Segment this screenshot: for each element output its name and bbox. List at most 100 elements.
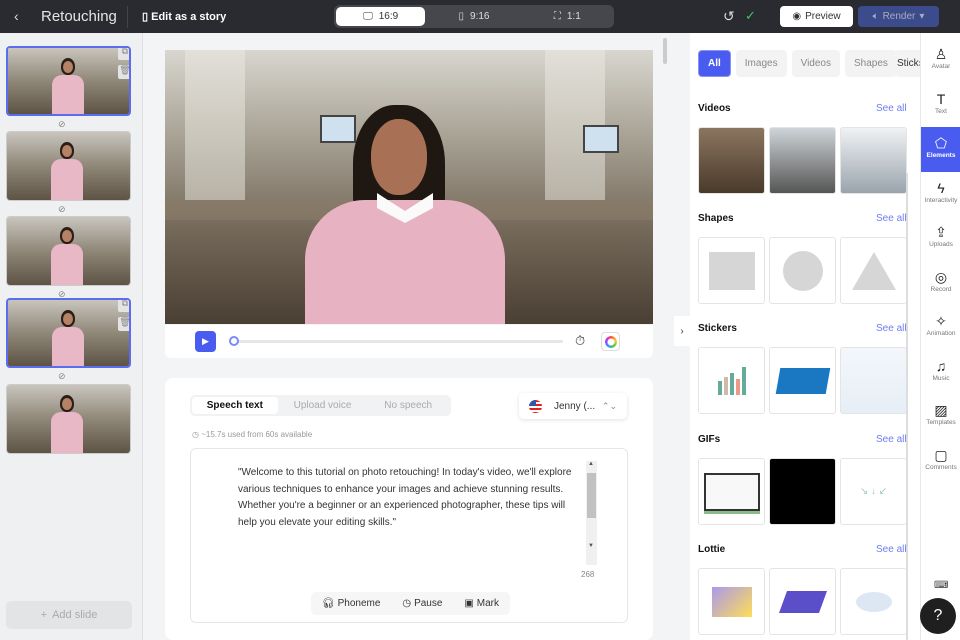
rail-text[interactable]: T Text: [921, 83, 960, 128]
videos-item[interactable]: [840, 127, 907, 194]
see-all-videos[interactable]: See all: [876, 103, 907, 114]
back-button[interactable]: ‹: [14, 8, 19, 24]
transition-icon[interactable]: ⊘: [58, 204, 66, 215]
ratio-16-9[interactable]: 🖵 16:9: [336, 7, 426, 26]
speech-tools: 🎧︎ Phoneme ◷ Pause ▣ Mark: [311, 592, 510, 615]
help-button[interactable]: ?: [920, 598, 956, 634]
video-canvas[interactable]: [165, 50, 653, 324]
videos-item[interactable]: [769, 127, 836, 194]
panel-scrollbar[interactable]: [906, 173, 908, 640]
rail-elements[interactable]: ⬠ Elements: [921, 127, 960, 172]
elements-icon: ⬠: [934, 135, 948, 151]
upload-icon: ⇪: [935, 224, 947, 240]
tab-shapes[interactable]: Shapes: [844, 50, 897, 77]
slide-thumbnail[interactable]: [6, 216, 131, 286]
music-icon: ♫: [935, 357, 947, 374]
scroll-up-icon: ▲: [588, 461, 594, 467]
pause-button[interactable]: ◷ Pause: [402, 598, 442, 609]
add-slide-button[interactable]: + Add slide: [6, 601, 132, 629]
stickers-item[interactable]: [698, 347, 765, 414]
tab-upload-voice[interactable]: Upload voice: [280, 395, 366, 416]
undo-icon[interactable]: ↺: [723, 8, 735, 25]
ratio-1-1[interactable]: ⛶ 1:1: [523, 7, 612, 26]
ratio-9-16[interactable]: ▯ 9:16: [429, 7, 518, 26]
gifs-grid: ↘ ↓ ↙: [698, 458, 907, 525]
lottie-item[interactable]: [769, 568, 836, 635]
player-controls: ▶ ⏱: [165, 325, 653, 358]
clock-icon: ◷: [192, 430, 202, 439]
lottie-item[interactable]: [698, 568, 765, 635]
rail-comments[interactable]: ▢ Comments: [921, 439, 960, 484]
voice-select[interactable]: Jenny (... ⌃⌄: [519, 393, 627, 419]
background-window: [185, 50, 245, 200]
shapes-item[interactable]: [769, 237, 836, 304]
see-all-gifs[interactable]: See all: [876, 434, 907, 445]
tab-all[interactable]: All: [698, 50, 731, 77]
rail-record[interactable]: ◎ Record: [921, 261, 960, 306]
see-all-lottie[interactable]: See all: [876, 544, 907, 555]
rail-interactivity[interactable]: ϟ Interactivity: [921, 172, 960, 217]
rail-avatar[interactable]: ♙ Avatar: [921, 38, 960, 83]
play-button[interactable]: ▶: [195, 331, 216, 352]
shapes-item[interactable]: [840, 237, 907, 304]
canvas-scrollbar[interactable]: [663, 38, 667, 64]
keyboard-icon[interactable]: ⌨: [934, 580, 948, 591]
avatar-presenter[interactable]: [305, 105, 505, 324]
section-title-videos: Videos: [698, 103, 731, 114]
phoneme-button[interactable]: 🎧︎ Phoneme: [322, 598, 381, 609]
timeline-handle[interactable]: [229, 336, 239, 346]
rail-uploads[interactable]: ⇪ Uploads: [921, 216, 960, 261]
tab-speech-text[interactable]: Speech text: [192, 397, 278, 414]
slide-thumbnail[interactable]: [6, 384, 131, 454]
rail-music[interactable]: ♫ Music: [921, 350, 960, 395]
top-bar: ‹ Retouching ▯ Edit as a story 🖵 16:9 ▯ 9:…: [0, 0, 960, 33]
section-title-gifs: GIFs: [698, 434, 721, 445]
videos-grid: [698, 127, 907, 194]
speech-textarea[interactable]: "Welcome to this tutorial on photo retou…: [190, 448, 628, 623]
trash-icon[interactable]: 🗑︎: [118, 317, 129, 331]
tab-videos[interactable]: Videos: [791, 50, 840, 77]
speech-text[interactable]: "Welcome to this tutorial on photo retou…: [238, 465, 586, 531]
transition-icon[interactable]: ⊘: [58, 371, 66, 382]
record-icon: ◎: [934, 268, 948, 285]
edit-as-story-button[interactable]: ▯ Edit as a story: [142, 10, 226, 23]
preview-button[interactable]: ◉ Preview: [780, 6, 853, 27]
stickers-item[interactable]: [769, 347, 836, 414]
videos-item[interactable]: [698, 127, 765, 194]
slide-thumbnail[interactable]: ⧉ 🗑︎: [6, 298, 131, 368]
textarea-scrollbar[interactable]: ▲ ▼: [586, 461, 597, 565]
tab-stickers[interactable]: Stick›: [895, 50, 923, 77]
slide-thumbnail[interactable]: [6, 131, 131, 201]
slide-thumbnail[interactable]: ⧉ 🗑︎: [6, 46, 131, 116]
elements-panel: All Images Videos Shapes Stick› Videos S…: [690, 33, 923, 640]
render-button[interactable]: 🔈︎ Render ▾: [858, 6, 939, 27]
gifs-item[interactable]: [769, 458, 836, 525]
trash-icon[interactable]: 🗑︎: [118, 65, 129, 79]
tab-images[interactable]: Images: [735, 50, 787, 77]
stickers-item[interactable]: [840, 347, 907, 414]
transition-icon[interactable]: ⊘: [58, 119, 66, 130]
color-wheel-button[interactable]: [601, 332, 620, 351]
tab-no-speech[interactable]: No speech: [365, 395, 451, 416]
square-icon: ▣: [464, 598, 474, 609]
collapse-panel-button[interactable]: ›: [674, 316, 690, 346]
gifs-item[interactable]: ↘ ↓ ↙: [840, 458, 907, 525]
timeline-track[interactable]: [231, 340, 563, 343]
duplicate-icon[interactable]: ⧉: [118, 48, 129, 60]
lottie-item[interactable]: [840, 568, 907, 635]
saved-check-icon: ✓: [745, 8, 756, 23]
see-all-shapes[interactable]: See all: [876, 213, 907, 224]
headphones-icon: 🎧︎: [321, 598, 335, 609]
timer-off-icon[interactable]: ⏱: [575, 333, 585, 349]
duplicate-icon[interactable]: ⧉: [118, 300, 129, 312]
slide-preview: [7, 132, 130, 200]
gifs-item[interactable]: [698, 458, 765, 525]
rail-templates[interactable]: ▨ Templates: [921, 394, 960, 439]
usage-info: ◷ ~15.7s used from 60s available: [192, 430, 313, 439]
see-all-stickers[interactable]: See all: [876, 323, 907, 334]
shapes-item[interactable]: [698, 237, 765, 304]
project-title[interactable]: Retouching: [41, 8, 117, 25]
scroll-thumb[interactable]: [587, 473, 596, 518]
rail-animation[interactable]: ✧ Animation: [921, 305, 960, 350]
mark-button[interactable]: ▣ Mark: [464, 598, 499, 609]
